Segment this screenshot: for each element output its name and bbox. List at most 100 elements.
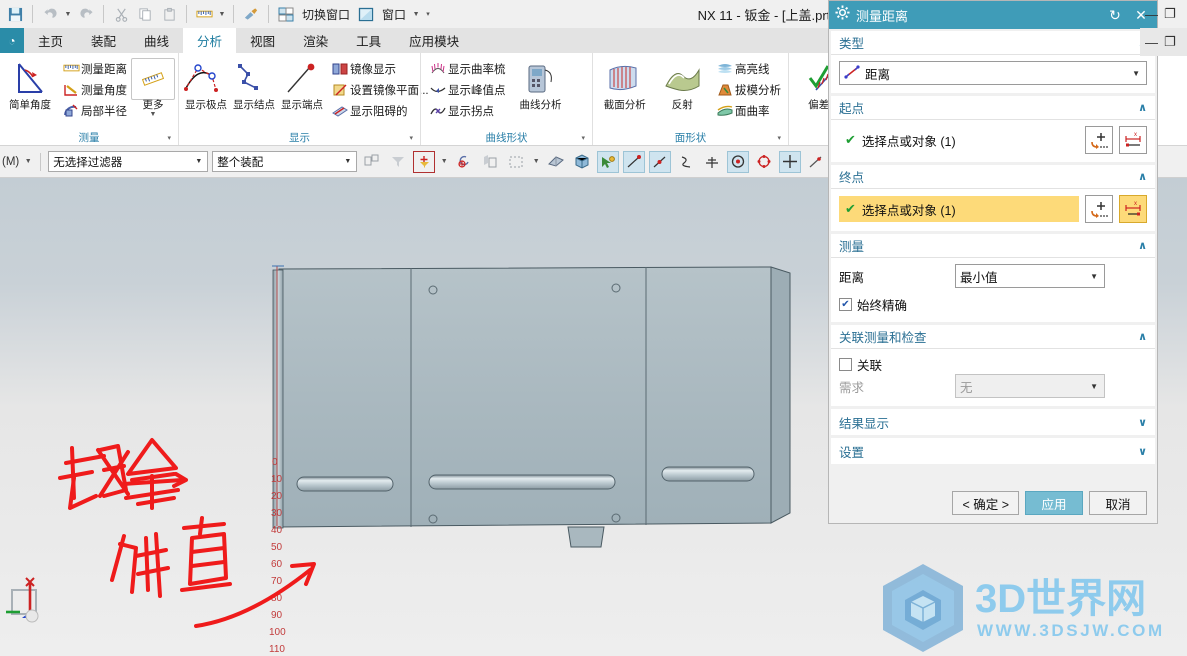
select-mode-dropdown-icon[interactable]: ▼ — [531, 158, 541, 165]
tab-view[interactable]: 视图 — [236, 28, 289, 53]
distance-method-combo[interactable]: 最小值 ▼ — [955, 264, 1105, 288]
ribbon-button-measure-distance[interactable]: 测量距离 — [57, 58, 131, 79]
midpoint-icon[interactable] — [649, 150, 672, 173]
section-header-end-point[interactable]: 终点 ∧ — [831, 165, 1155, 189]
ribbon-button-highlight-lines[interactable]: 高亮线 — [711, 58, 785, 79]
selection-filter-combo[interactable]: 无选择过滤器 ▼ — [48, 151, 209, 172]
chevron-up-icon[interactable]: ∧ — [1138, 101, 1147, 114]
window-minimize-row[interactable]: — ❐ — [1140, 0, 1187, 28]
section-header-measurement[interactable]: 测量 ∧ — [831, 234, 1155, 258]
window-label[interactable]: 窗口 — [379, 6, 409, 23]
ribbon-button-show-obstructed[interactable]: 显示阻碍的 — [326, 100, 433, 121]
dialog-launcher-icon[interactable]: ▾ — [581, 134, 585, 142]
ribbon-button-reflection[interactable]: 反射 — [654, 56, 712, 111]
minimize-icon[interactable]: — — [1145, 7, 1158, 22]
tab-application-modules[interactable]: 应用模块 — [395, 28, 473, 53]
measure-dropdown-icon[interactable]: ▼ — [217, 11, 227, 18]
chevron-up-icon[interactable]: ∧ — [1138, 239, 1147, 252]
overflow-icon[interactable]: ▾ — [423, 10, 433, 18]
copy-icon[interactable] — [134, 3, 156, 25]
start-point-dimension-button[interactable]: x — [1119, 126, 1147, 154]
start-point-select-row[interactable]: ✔ 选择点或对象 (1) — [839, 127, 1079, 153]
endpoint-icon[interactable] — [623, 150, 646, 173]
save-icon[interactable] — [4, 3, 26, 25]
end-point-specify-button[interactable] — [1085, 195, 1113, 223]
tab-analysis[interactable]: 分析 — [183, 28, 237, 53]
type-combo[interactable]: 距离 ▼ — [839, 61, 1147, 85]
chevron-up-icon[interactable]: ∧ — [1138, 330, 1147, 343]
quadrant-point-icon[interactable] — [753, 151, 775, 173]
undo-icon[interactable] — [39, 3, 61, 25]
ribbon-button-show-endpoints[interactable]: 显示端点 — [278, 56, 326, 111]
chevron-down-icon[interactable]: ∨ — [1138, 445, 1147, 458]
section-header-associative[interactable]: 关联测量和检查 ∧ — [831, 325, 1155, 349]
ribbon-button-show-poles[interactable]: 显示极点 — [182, 56, 230, 111]
snap-reset-icon[interactable] — [453, 151, 475, 173]
units-dropdown-icon[interactable]: ▼ — [23, 158, 33, 165]
ribbon-button-face-curvature[interactable]: 面曲率 — [711, 100, 785, 121]
checkbox-icon[interactable]: ✔ — [839, 298, 852, 311]
reset-icon[interactable]: ↻ — [1105, 7, 1125, 24]
switch-window-label[interactable]: 切换窗口 — [299, 6, 353, 23]
ribbon-button-measure-angle[interactable]: 测量角度 — [57, 79, 131, 100]
snap-dropdown-icon[interactable]: ▼ — [439, 158, 449, 165]
chevron-up-icon[interactable]: ∧ — [1138, 170, 1147, 183]
ribbon-button-more-measure[interactable]: 更多 ▼ — [131, 56, 175, 118]
dialog-launcher-icon[interactable]: ▾ — [777, 134, 781, 142]
section-results-display[interactable]: 结果显示 ∨ — [831, 409, 1155, 435]
cut-icon[interactable] — [110, 3, 132, 25]
end-point-dimension-button[interactable]: x — [1119, 195, 1147, 223]
inferred-point-icon[interactable] — [597, 150, 620, 173]
snap-point-type-icon[interactable] — [413, 150, 436, 173]
arc-center-icon[interactable] — [727, 150, 750, 173]
snap-filter-icon[interactable] — [387, 151, 409, 173]
tab-home[interactable]: 主页 — [24, 28, 77, 53]
restore-icon[interactable]: ❐ — [1164, 34, 1176, 50]
body-select-icon[interactable] — [571, 151, 593, 173]
snap-enable-icon[interactable] — [361, 151, 383, 173]
tab-curve[interactable]: 曲线 — [130, 28, 183, 53]
always-accurate-checkbox-row[interactable]: ✔ 始终精确 — [839, 295, 1147, 314]
undo-dropdown-icon[interactable]: ▼ — [63, 11, 73, 18]
existing-point-icon[interactable] — [779, 150, 802, 173]
paste-icon[interactable] — [158, 3, 180, 25]
measure-icon[interactable] — [193, 3, 215, 25]
tab-assembly[interactable]: 装配 — [77, 28, 130, 53]
sheet-metal-part[interactable] — [0, 178, 830, 656]
section-header-type[interactable]: 类型 ∧ — [831, 31, 1155, 55]
ribbon-button-local-radius[interactable]: 局部半径 — [57, 100, 131, 121]
window-icon[interactable] — [355, 3, 377, 25]
ribbon-button-show-inflection-points[interactable]: 显示拐点 — [424, 100, 510, 121]
switch-window-icon[interactable] — [275, 3, 297, 25]
measure-distance-dialog[interactable]: 测量距离 ↻ ✕ 类型 ∧ 距离 — [828, 0, 1158, 524]
tab-render[interactable]: 渲染 — [289, 28, 342, 53]
application-menu-button[interactable]: ◔ — [0, 28, 24, 53]
rectangle-select-icon[interactable] — [505, 151, 527, 173]
dialog-title-bar[interactable]: 测量距离 ↻ ✕ — [829, 1, 1157, 29]
ribbon-button-set-mirror-plane[interactable]: 设置镜像平面... — [326, 79, 433, 100]
ribbon-button-show-curvature-comb[interactable]: 显示曲率梳 — [424, 58, 510, 79]
ribbon-button-show-knots[interactable]: 显示结点 — [230, 56, 278, 111]
paintbrush-icon[interactable] — [240, 3, 262, 25]
tab-tools[interactable]: 工具 — [342, 28, 395, 53]
minimize-icon[interactable]: — — [1145, 35, 1158, 50]
section-header-start-point[interactable]: 起点 ∧ — [831, 96, 1155, 120]
chevron-down-icon[interactable]: ∨ — [1138, 416, 1147, 429]
chevron-down-icon[interactable]: ▼ — [150, 111, 157, 118]
ok-button[interactable]: < 确定 > — [952, 491, 1019, 515]
ribbon-button-show-peak-points[interactable]: 显示峰值点 — [424, 79, 510, 100]
cancel-button[interactable]: 取消 — [1089, 491, 1147, 515]
associate-checkbox-row[interactable]: ✔ 关联 — [839, 355, 1147, 374]
snap-component-icon[interactable] — [479, 151, 501, 173]
section-settings[interactable]: 设置 ∨ — [831, 438, 1155, 464]
apply-button[interactable]: 应用 — [1025, 491, 1083, 515]
ribbon-button-simple-angle[interactable]: 简单角度 — [3, 56, 57, 111]
selection-scope-combo[interactable]: 整个装配 ▼ — [212, 151, 358, 172]
ribbon-button-draft-analysis[interactable]: 拔模分析 — [711, 79, 785, 100]
ribbon-button-mirror-display[interactable]: 镜像显示 — [326, 58, 433, 79]
control-point-icon[interactable] — [675, 151, 697, 173]
dialog-launcher-icon[interactable]: ▾ — [167, 134, 171, 142]
restore-icon[interactable]: ❐ — [1164, 6, 1176, 22]
dialog-launcher-icon[interactable]: ▾ — [409, 134, 413, 142]
start-point-specify-button[interactable] — [1085, 126, 1113, 154]
